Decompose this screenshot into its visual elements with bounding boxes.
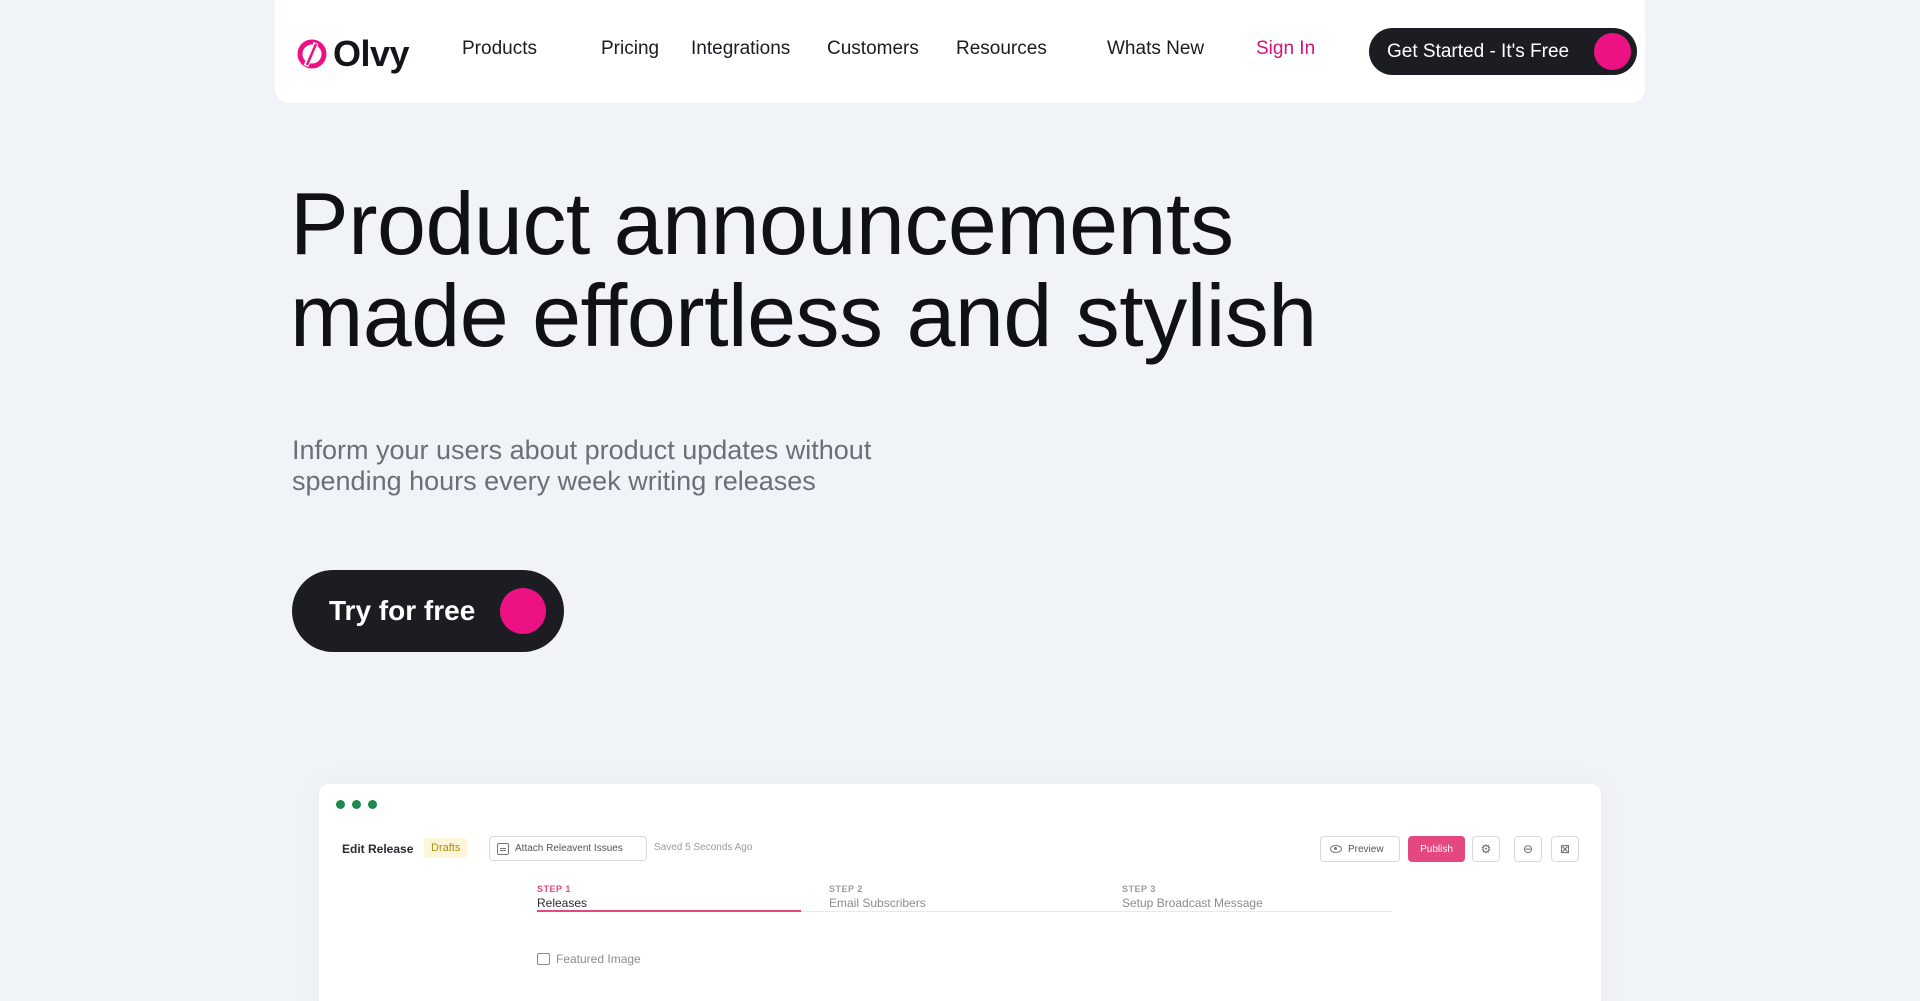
- logo[interactable]: Olvy: [297, 33, 410, 74]
- attach-issues-label: Attach Releavent Issues: [515, 843, 623, 854]
- publish-button[interactable]: Publish: [1408, 836, 1465, 862]
- step-label: STEP 2: [829, 884, 863, 894]
- top-nav: Olvy Products Pricing Integrations Custo…: [275, 0, 1645, 103]
- step-email-subscribers[interactable]: STEP 2 Email Subscribers: [829, 884, 926, 910]
- close-icon: ⊠: [1559, 842, 1571, 856]
- step-name: Setup Broadcast Message: [1122, 896, 1263, 910]
- close-button[interactable]: ⊠: [1551, 836, 1579, 862]
- step-releases[interactable]: STEP 1 Releases: [537, 884, 587, 910]
- sign-in-link[interactable]: Sign In: [1256, 38, 1315, 60]
- active-step-underline: [537, 910, 801, 912]
- get-started-label: Get Started - It's Free: [1387, 40, 1570, 62]
- logo-text: Olvy: [333, 33, 410, 74]
- accent-dot-icon: [500, 588, 546, 634]
- settings-button[interactable]: ⚙: [1472, 836, 1500, 862]
- window-dots-icon: [336, 800, 377, 809]
- drafts-badge: Drafts: [424, 838, 468, 858]
- try-for-free-button[interactable]: Try for free: [292, 570, 564, 652]
- hero-subtitle-line-1: Inform your users about product updates …: [292, 435, 872, 465]
- olvy-logo-icon: [297, 39, 327, 69]
- publish-label: Publish: [1420, 843, 1453, 855]
- featured-image-field[interactable]: Featured Image: [537, 952, 641, 966]
- step-label: STEP 3: [1122, 884, 1156, 894]
- step-broadcast-message[interactable]: STEP 3 Setup Broadcast Message: [1122, 884, 1263, 910]
- app-preview: Edit Release Drafts Attach Releavent Iss…: [319, 784, 1601, 1001]
- eye-icon: [1330, 845, 1342, 853]
- nav-products[interactable]: Products: [462, 38, 537, 60]
- nav-whats-new[interactable]: Whats New: [1107, 38, 1204, 60]
- steps-bar: STEP 1 Releases STEP 2 Email Subscribers…: [537, 884, 1392, 912]
- hero-subtitle: Inform your users about product updates …: [292, 435, 992, 497]
- get-started-button[interactable]: Get Started - It's Free: [1369, 28, 1637, 75]
- try-for-free-label: Try for free: [329, 595, 476, 626]
- step-name: Email Subscribers: [829, 896, 926, 910]
- nav-pricing[interactable]: Pricing: [601, 38, 659, 60]
- hero-title-line-1: Product announcements: [290, 174, 1234, 273]
- edit-release-title: Edit Release: [342, 842, 414, 856]
- step-label: STEP 1: [537, 884, 571, 894]
- hero-title-line-2: made effortless and stylish: [290, 266, 1317, 365]
- gear-icon: ⚙: [1480, 842, 1492, 856]
- attach-issues-button[interactable]: Attach Releavent Issues: [489, 836, 647, 861]
- step-name: Releases: [537, 896, 588, 910]
- hero-title: Product announcements made effortless an…: [290, 178, 1490, 362]
- preview-label: Preview: [1348, 843, 1384, 855]
- hero-subtitle-line-2: spending hours every week writing releas…: [292, 466, 816, 496]
- image-icon: [537, 953, 550, 965]
- minimize-icon: ⊖: [1522, 842, 1534, 856]
- accent-dot-icon: [1594, 33, 1631, 70]
- saved-status: Saved 5 Seconds Ago: [654, 842, 753, 853]
- preview-button[interactable]: Preview: [1320, 836, 1400, 862]
- minimize-button[interactable]: ⊖: [1514, 836, 1542, 862]
- nav-resources[interactable]: Resources: [956, 38, 1047, 60]
- nav-customers[interactable]: Customers: [827, 38, 919, 60]
- featured-image-label: Featured Image: [556, 952, 641, 966]
- list-icon: [497, 842, 509, 855]
- nav-integrations[interactable]: Integrations: [691, 38, 790, 60]
